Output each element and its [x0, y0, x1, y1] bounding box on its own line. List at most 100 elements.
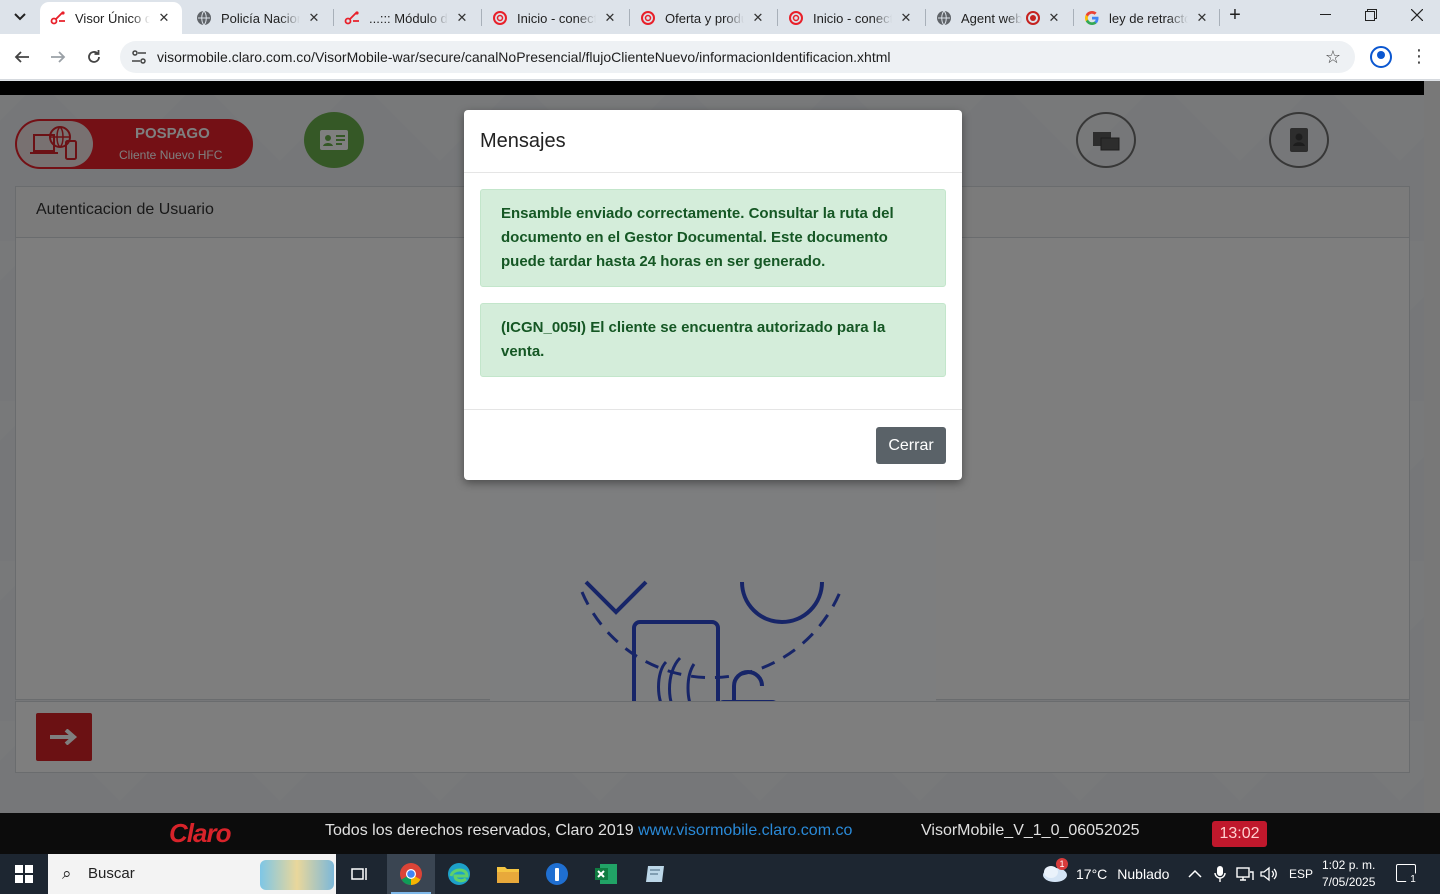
cloud-icon: 1	[1040, 858, 1070, 884]
claro-c-icon	[492, 10, 508, 26]
edge-taskbar-button[interactable]	[435, 854, 483, 894]
claro-c-icon	[788, 10, 804, 26]
network-tray[interactable]	[1236, 854, 1254, 894]
weather-widget[interactable]: 1 17°C Nublado	[1040, 854, 1169, 894]
back-button[interactable]	[9, 44, 35, 70]
new-tab-button[interactable]: +	[1224, 4, 1246, 26]
notes-app-button[interactable]	[631, 854, 679, 894]
language-indicator[interactable]: ESP	[1289, 854, 1313, 894]
restore-icon	[1365, 9, 1377, 21]
claro-logo: Claro	[169, 818, 231, 848]
browser-tab-visor[interactable]: Visor Único de ✕	[40, 2, 182, 34]
close-tab-icon[interactable]: ✕	[454, 10, 470, 26]
arrow-left-icon	[14, 51, 29, 63]
browser-tab-strip: Visor Único de ✕ Policía Naciona ✕ ...::…	[0, 0, 1440, 34]
footer-link[interactable]: www.visormobile.claro.com.co	[638, 822, 852, 839]
claro-network-icon	[344, 10, 360, 26]
restore-button[interactable]	[1348, 0, 1394, 30]
start-button[interactable]	[0, 854, 48, 894]
info-app-icon	[546, 863, 568, 885]
browser-tab-google[interactable]: ley de retracto ✕	[1074, 2, 1220, 34]
browser-tab-modulo[interactable]: ...::: Módulo de ✕	[334, 2, 480, 34]
profile-icon[interactable]	[1370, 46, 1392, 68]
tab-title: Oferta y produ	[665, 10, 744, 26]
site-footer: Claro Todos los derechos reservados, Cla…	[0, 813, 1440, 854]
app-version: VisorMobile_V_1_0_06052025	[921, 822, 1140, 839]
volume-tray[interactable]	[1260, 854, 1278, 894]
authorization-message: (ICGN_005I) El cliente se encuentra auto…	[480, 303, 946, 377]
chrome-taskbar-button[interactable]	[387, 854, 435, 894]
bookmark-star-icon[interactable]: ☆	[1325, 47, 1341, 68]
microphone-tray[interactable]	[1214, 854, 1226, 894]
notes-icon	[646, 866, 664, 882]
minimize-icon	[1319, 14, 1331, 15]
file-explorer-button[interactable]	[484, 854, 532, 894]
browser-tab-inicio-1[interactable]: Inicio - conect ✕	[482, 2, 628, 34]
modal-header: Mensajes	[464, 110, 962, 173]
network-icon	[1236, 867, 1254, 881]
clock-date: 7/05/2025	[1322, 875, 1376, 889]
tab-title: Visor Único de	[75, 10, 150, 26]
task-view-button[interactable]	[336, 854, 384, 894]
weather-text: Nublado	[1117, 866, 1170, 882]
notification-count: 1	[1406, 873, 1420, 887]
browser-tab-policia[interactable]: Policía Naciona ✕	[186, 2, 332, 34]
browser-toolbar: visormobile.claro.com.co/VisorMobile-war…	[0, 34, 1440, 80]
chevron-down-icon	[14, 13, 26, 21]
microphone-icon	[1214, 866, 1226, 882]
close-tab-icon[interactable]: ✕	[602, 10, 618, 26]
info-app-button[interactable]	[533, 854, 581, 894]
modal-title: Mensajes	[480, 130, 566, 152]
url-text: visormobile.claro.com.co/VisorMobile-war…	[157, 49, 891, 65]
close-window-button[interactable]	[1394, 0, 1440, 30]
session-clock: 13:02	[1212, 821, 1267, 847]
search-icon: ⌕	[62, 864, 72, 883]
claro-network-icon	[50, 10, 66, 26]
site-info-icon[interactable]	[130, 48, 148, 66]
tab-search-dropdown[interactable]	[8, 6, 32, 28]
recording-icon	[1026, 11, 1040, 25]
clock-time: 1:02 p. m.	[1322, 858, 1376, 872]
tab-title: Inicio - conect	[813, 10, 892, 26]
browser-tab-agent[interactable]: Agent web ✕	[926, 2, 1072, 34]
chrome-icon	[400, 863, 422, 885]
browser-menu-icon[interactable]: ⋮	[1410, 44, 1428, 70]
tab-title: Inicio - conect	[517, 10, 596, 26]
close-tab-icon[interactable]: ✕	[750, 10, 766, 26]
browser-tab-inicio-2[interactable]: Inicio - conect ✕	[778, 2, 924, 34]
close-tab-icon[interactable]: ✕	[156, 10, 172, 26]
tab-separator	[1219, 9, 1220, 26]
google-icon	[1084, 10, 1100, 26]
close-modal-button[interactable]: Cerrar	[876, 427, 946, 464]
speaker-icon	[1260, 866, 1277, 882]
chevron-up-icon	[1188, 869, 1202, 878]
close-tab-icon[interactable]: ✕	[1194, 10, 1210, 26]
folder-icon	[497, 867, 519, 883]
edge-icon	[448, 863, 470, 885]
weather-temp: 17°C	[1076, 866, 1108, 882]
system-clock[interactable]: 1:02 p. m. 7/05/2025	[1322, 857, 1375, 891]
messages-modal: Mensajes Ensamble enviado correctamente.…	[464, 110, 962, 480]
modal-footer: Cerrar	[464, 409, 962, 480]
browser-tab-oferta[interactable]: Oferta y produ ✕	[630, 2, 776, 34]
forward-button[interactable]	[45, 44, 71, 70]
minimize-button[interactable]	[1302, 0, 1348, 30]
close-tab-icon[interactable]: ✕	[898, 10, 914, 26]
show-hidden-icons[interactable]	[1188, 854, 1202, 894]
reload-icon	[88, 50, 100, 63]
excel-taskbar-button[interactable]	[582, 854, 630, 894]
windows-logo-icon	[15, 865, 33, 883]
close-tab-icon[interactable]: ✕	[306, 10, 322, 26]
claro-c-icon	[640, 10, 656, 26]
tab-title: Policía Naciona	[221, 10, 300, 26]
close-tab-icon[interactable]: ✕	[1046, 10, 1062, 26]
excel-icon	[595, 864, 617, 884]
task-view-icon	[351, 868, 367, 880]
taskbar-search[interactable]: ⌕ Buscar	[48, 854, 336, 894]
globe-icon	[936, 10, 952, 26]
address-bar[interactable]: visormobile.claro.com.co/VisorMobile-war…	[120, 41, 1355, 73]
copyright-text: Todos los derechos reservados, Claro 201…	[325, 822, 634, 839]
reload-button[interactable]	[81, 44, 107, 70]
search-placeholder: Buscar	[88, 865, 135, 882]
tab-title: ...::: Módulo de	[369, 10, 448, 26]
